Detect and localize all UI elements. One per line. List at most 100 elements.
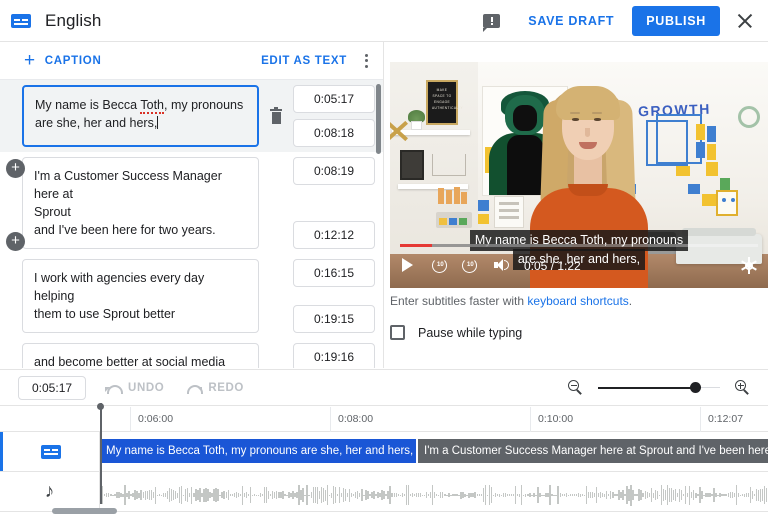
- pause-while-typing-checkbox[interactable]: [390, 325, 405, 340]
- delete-caption-spacer: [259, 343, 293, 368]
- feedback-icon[interactable]: [483, 13, 501, 32]
- pause-while-typing-row[interactable]: Pause while typing: [390, 325, 760, 340]
- caption-time-group: 0:19:16 0:21:15: [293, 343, 379, 368]
- cc-icon: [11, 13, 31, 28]
- caption-row[interactable]: and become better at social media for th…: [0, 338, 383, 368]
- forward-amount: 10: [467, 262, 474, 268]
- undo-icon: [105, 382, 124, 394]
- add-caption-label: CAPTION: [44, 54, 102, 67]
- caption-time-group: 0:08:19 0:12:12: [293, 157, 379, 249]
- ruler-tick-label: 0:08:00: [338, 413, 374, 425]
- trash-icon: [270, 106, 282, 124]
- caption-text-part: I'm a Customer Success Manager here at: [34, 169, 222, 201]
- zoom-controls: [568, 380, 750, 395]
- forward-10-icon[interactable]: 10: [462, 258, 477, 273]
- redo-button[interactable]: REDO: [180, 378, 250, 398]
- preview-panel: MAKE SPACE TO ENGAGE AUTHENTICALLY GROWT…: [385, 42, 768, 368]
- caption-start-time[interactable]: 0:08:19: [293, 157, 375, 185]
- pause-while-typing-label: Pause while typing: [418, 325, 523, 340]
- caption-end-time[interactable]: 0:12:12: [293, 221, 375, 249]
- player-controls: 10 10 0:05 / 1:22: [390, 244, 768, 288]
- ruler-tick: 0:08:00: [330, 407, 373, 432]
- text-caret: [157, 116, 159, 129]
- ruler-tick-label: 0:12:07: [708, 413, 744, 425]
- ruler-tick-label: 0:10:00: [538, 413, 574, 425]
- caption-start-time[interactable]: 0:05:17: [293, 85, 375, 113]
- playhead-handle[interactable]: [97, 403, 104, 410]
- chalkboard-sign: MAKE SPACE TO ENGAGE AUTHENTICALLY: [426, 80, 463, 125]
- ruler-tick: 0:12:07: [700, 407, 743, 432]
- undo-button[interactable]: UNDO: [100, 378, 170, 398]
- caption-text-input[interactable]: and become better at social media for th…: [22, 343, 259, 368]
- ruler-tick: 0:10:00: [530, 407, 573, 432]
- caption-text-part: , my pronouns: [164, 98, 244, 112]
- caption-start-time[interactable]: 0:19:16: [293, 343, 375, 368]
- redo-icon: [186, 382, 204, 394]
- delete-caption-button[interactable]: [259, 85, 293, 147]
- video-player[interactable]: MAKE SPACE TO ENGAGE AUTHENTICALLY GROWT…: [390, 62, 768, 288]
- zoom-out-icon[interactable]: [568, 380, 583, 395]
- ruler-tick-label: 0:06:00: [138, 413, 174, 425]
- timeline-caption-clip[interactable]: I'm a Customer Success Manager here at S…: [418, 439, 768, 463]
- progress-bar[interactable]: [400, 244, 758, 247]
- waveform-bar: [765, 487, 768, 502]
- keyboard-shortcuts-link[interactable]: keyboard shortcuts: [527, 294, 628, 308]
- timeline-playhead[interactable]: [97, 403, 104, 504]
- caption-row[interactable]: I'm a Customer Success Manager here at S…: [0, 152, 383, 254]
- delete-caption-spacer: [259, 259, 293, 333]
- add-caption-button[interactable]: + CAPTION: [22, 47, 103, 74]
- volume-icon[interactable]: [494, 258, 510, 272]
- publish-button[interactable]: PUBLISH: [632, 5, 720, 36]
- undo-label: UNDO: [128, 381, 165, 394]
- caption-text-part: them to use Sprout better: [34, 307, 176, 321]
- top-header: English SAVE DRAFT PUBLISH: [0, 0, 768, 42]
- caption-end-time[interactable]: 0:08:18: [293, 119, 375, 147]
- timeline-horizontal-scrollbar[interactable]: [52, 508, 117, 514]
- page-title: English: [45, 10, 102, 30]
- caption-start-time[interactable]: 0:16:15: [293, 259, 375, 287]
- misspelled-word: Toth: [140, 98, 165, 114]
- audio-track-header: ♪: [0, 472, 100, 511]
- add-caption-node-top[interactable]: +: [6, 159, 25, 178]
- replay-10-icon[interactable]: 10: [432, 258, 447, 273]
- gear-icon[interactable]: [740, 257, 757, 274]
- caption-text-part: and I've been here for two years.: [34, 223, 216, 237]
- zoom-slider-handle[interactable]: [690, 382, 702, 393]
- caption-list-scrollbar[interactable]: [376, 84, 381, 154]
- caption-row[interactable]: My name is Becca Toth, my pronouns are s…: [0, 80, 383, 152]
- hint-prefix: Enter subtitles faster with: [390, 294, 528, 308]
- caption-text-input[interactable]: My name is Becca Toth, my pronouns are s…: [22, 85, 259, 147]
- edit-as-text-button[interactable]: EDIT AS TEXT: [257, 51, 351, 71]
- caption-text-part: I work with agencies every day helping: [34, 271, 205, 303]
- editor-toolbar: 0:05:17 UNDO REDO: [0, 369, 768, 406]
- caption-text-input[interactable]: I work with agencies every day helping t…: [22, 259, 259, 333]
- timeline-caption-clip-selected[interactable]: My name is Becca Toth, my pronouns are s…: [100, 439, 416, 463]
- save-draft-button[interactable]: SAVE DRAFT: [520, 8, 622, 34]
- caption-text-part: and become better at social media: [34, 355, 226, 368]
- plus-icon: +: [24, 50, 36, 71]
- caption-time-group: 0:16:15 0:19:15: [293, 259, 379, 333]
- play-icon[interactable]: [402, 258, 413, 272]
- caption-end-time[interactable]: 0:19:15: [293, 305, 375, 333]
- caption-time-group: 0:05:17 0:08:18: [293, 85, 379, 147]
- audio-track[interactable]: ♪: [0, 472, 768, 512]
- keyboard-shortcuts-hint: Enter subtitles faster with keyboard sho…: [390, 294, 760, 308]
- caption-text-part: My name is Becca: [35, 98, 141, 112]
- zoom-in-icon[interactable]: [735, 380, 750, 395]
- player-options: Enter subtitles faster with keyboard sho…: [390, 294, 760, 340]
- audio-waveform: [100, 484, 768, 506]
- zoom-slider[interactable]: [598, 381, 720, 395]
- hint-suffix: .: [628, 294, 633, 308]
- video-time-display: 0:05 / 1:22: [524, 259, 581, 273]
- close-icon[interactable]: [728, 4, 762, 38]
- redo-label: REDO: [208, 381, 244, 394]
- caption-row[interactable]: I work with agencies every day helping t…: [0, 254, 383, 338]
- caption-text-part: are she, her and hers,: [35, 116, 158, 130]
- timeline-ruler[interactable]: 0:06:00 0:08:00 0:10:00 0:12:07: [0, 407, 768, 432]
- caption-track[interactable]: My name is Becca Toth, my pronouns are s…: [0, 432, 768, 472]
- kebab-menu-icon[interactable]: [355, 47, 377, 75]
- add-caption-node[interactable]: +: [6, 232, 25, 251]
- caption-text-input[interactable]: I'm a Customer Success Manager here at S…: [22, 157, 259, 249]
- caption-panel-toolbar: + CAPTION EDIT AS TEXT: [0, 42, 383, 80]
- current-time-input[interactable]: 0:05:17: [18, 375, 87, 400]
